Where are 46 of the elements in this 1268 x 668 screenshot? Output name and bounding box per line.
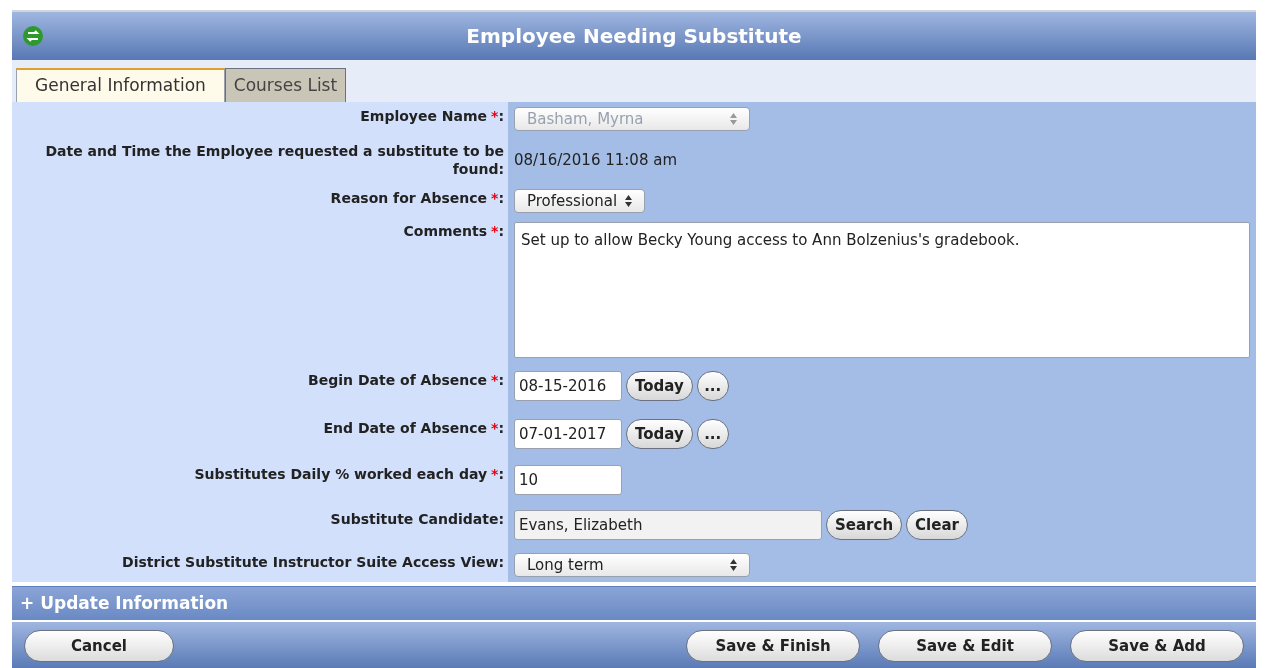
label-colon: :	[498, 107, 504, 126]
required-asterisk: *	[491, 222, 499, 241]
field-label: End Date of Absence	[323, 419, 488, 438]
field-label: District Substitute Instructor Suite Access View:	[122, 553, 504, 572]
action-button[interactable]: Today	[626, 371, 693, 401]
tab[interactable]: General Information	[16, 68, 225, 102]
input-field[interactable]: Evans, Elizabeth	[514, 510, 822, 540]
swap-arrows-icon[interactable]	[22, 25, 44, 47]
field-label: Substitutes Daily % worked each day	[194, 465, 488, 484]
field-label: Reason for Absence	[330, 189, 488, 208]
field-label: Substitute Candidate:	[330, 510, 504, 529]
updown-caret-icon	[625, 195, 633, 207]
field-label: Comments	[403, 222, 488, 241]
field-label: Begin Date of Absence	[308, 371, 488, 390]
field-label: Date and Time the Employee requested a substitute to be found:	[44, 142, 504, 178]
action-button[interactable]: Search	[826, 510, 903, 540]
label-colon: :	[498, 465, 504, 484]
date-field[interactable]: 08-15-2016	[514, 371, 622, 401]
input-field[interactable]: 10	[514, 465, 622, 495]
label-colon: :	[498, 371, 504, 390]
action-button[interactable]: Save & Finish	[686, 630, 860, 662]
action-button[interactable]: Today	[626, 419, 693, 449]
updown-caret-icon	[730, 113, 737, 125]
action-button[interactable]: Cancel	[24, 630, 174, 662]
more-button[interactable]: ...	[696, 419, 729, 449]
date-field[interactable]: 07-01-2017	[514, 419, 622, 449]
tab[interactable]: Courses List	[224, 68, 347, 102]
label-colon: :	[498, 222, 504, 241]
window-title: Employee Needing Substitute	[466, 23, 802, 50]
required-asterisk: *	[491, 371, 499, 390]
field-label: Employee Name	[360, 107, 488, 126]
label-colon: :	[498, 419, 504, 438]
required-asterisk: *	[491, 189, 499, 208]
action-button[interactable]: Save & Edit	[878, 630, 1052, 662]
dropdown[interactable]: Long term	[514, 553, 750, 577]
more-button[interactable]: ...	[696, 371, 729, 401]
action-button[interactable]: Clear	[906, 510, 968, 540]
updown-caret-icon	[730, 559, 737, 571]
field-value: 08/16/2016 11:08 am	[514, 149, 678, 171]
comments-field[interactable]: Set up to allow Becky Young access to Ann Bolzenius's gradebook.	[514, 222, 1250, 358]
required-asterisk: *	[491, 107, 499, 126]
action-button[interactable]: Save & Add	[1070, 630, 1244, 662]
dropdown[interactable]: Professional	[514, 189, 646, 213]
required-asterisk: *	[491, 465, 499, 484]
label-colon: :	[498, 189, 504, 208]
required-asterisk: *	[491, 419, 499, 438]
